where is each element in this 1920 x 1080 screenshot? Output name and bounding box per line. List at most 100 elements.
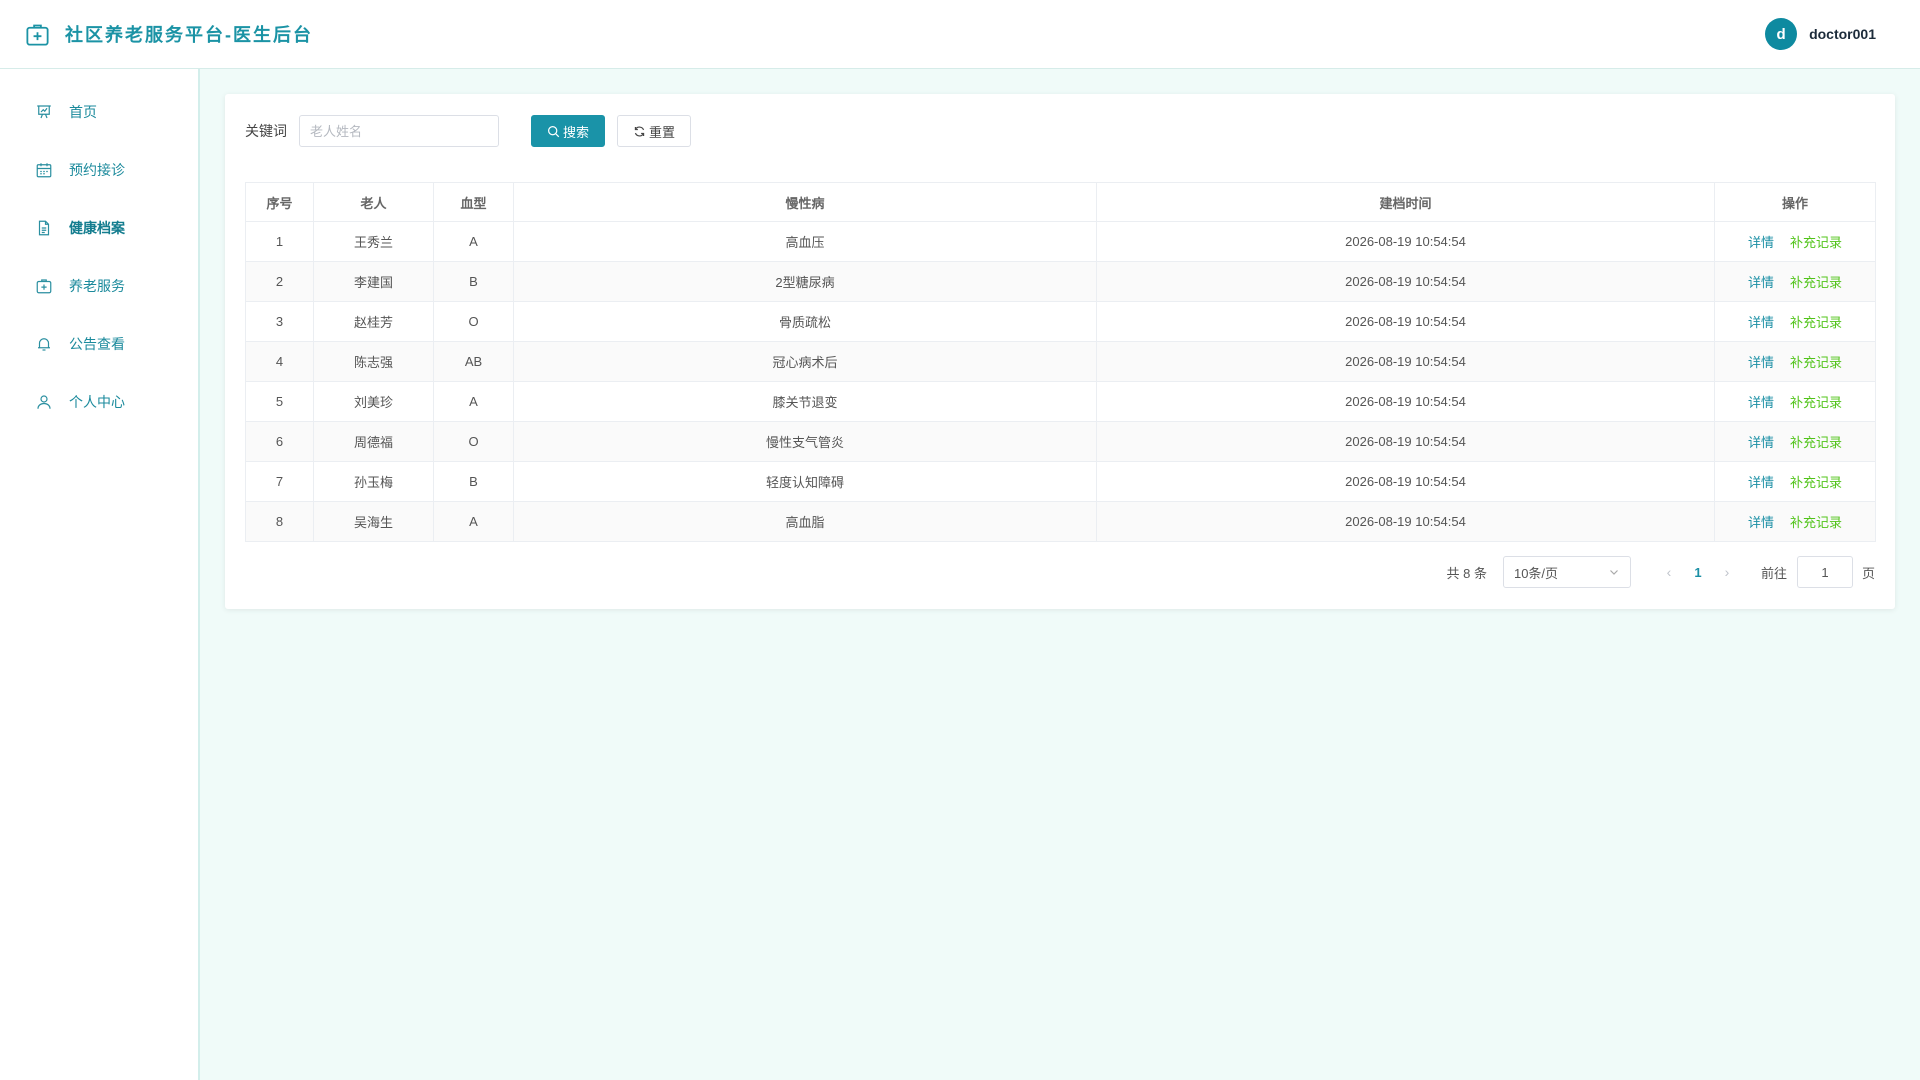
- cell-blood-type: A: [433, 381, 514, 422]
- detail-link[interactable]: 详情: [1748, 235, 1774, 250]
- total-count: 共 8 条: [1446, 565, 1487, 581]
- page-size-value: 10条/页: [1513, 565, 1559, 581]
- chevron-down-icon: [1610, 570, 1618, 575]
- refresh-icon: [634, 125, 645, 137]
- detail-link[interactable]: 详情: [1748, 395, 1774, 410]
- column-header-blood-type: 血型: [433, 182, 514, 222]
- cell-elder-name: 吴海生: [313, 501, 434, 542]
- cell-created-time: 2026-08-19 10:54:54: [1096, 221, 1715, 262]
- cell-index: 1: [245, 221, 314, 262]
- cell-elder-name: 孙玉梅: [313, 461, 434, 502]
- keyword-input[interactable]: [299, 115, 499, 147]
- sidebar-item-label: 健康档案: [69, 220, 125, 236]
- page-jump-input[interactable]: [1796, 556, 1853, 588]
- cell-chronic-disease: 2型糖尿病: [513, 261, 1097, 302]
- pagination: 共 8 条 10条/页 ‹ 1 › 前往 页: [245, 556, 1875, 588]
- sidebar-item-announcements[interactable]: 公告查看: [0, 315, 198, 373]
- cell-index: 7: [245, 461, 314, 502]
- search-icon: [548, 125, 560, 137]
- cell-elder-name: 赵桂芳: [313, 301, 434, 342]
- cell-index: 5: [245, 381, 314, 422]
- table-row: 3 赵桂芳 O 骨质疏松 2026-08-19 10:54:54 详情 补充记录: [245, 301, 1876, 342]
- reset-button[interactable]: 重置: [617, 115, 691, 147]
- health-records-panel: 关键词 搜索 重置: [225, 94, 1895, 609]
- sidebar-item-profile[interactable]: 个人中心: [0, 373, 198, 431]
- cell-blood-type: A: [433, 501, 514, 542]
- cell-elder-name: 李建国: [313, 261, 434, 302]
- search-button-label: 搜索: [562, 124, 589, 140]
- table-row: 8 吴海生 A 高血脂 2026-08-19 10:54:54 详情 补充记录: [245, 501, 1876, 542]
- cell-index: 2: [245, 261, 314, 302]
- bell-icon: [35, 335, 53, 353]
- user-menu[interactable]: d doctor001: [1765, 18, 1876, 50]
- prev-page-button[interactable]: ‹: [1655, 564, 1683, 580]
- medical-kit-icon: [35, 277, 53, 295]
- detail-link[interactable]: 详情: [1748, 515, 1774, 530]
- keyword-label: 关键词: [245, 123, 287, 139]
- supplement-record-link[interactable]: 补充记录: [1790, 235, 1842, 250]
- cell-elder-name: 刘美珍: [313, 381, 434, 422]
- cell-blood-type: AB: [433, 341, 514, 382]
- supplement-record-link[interactable]: 补充记录: [1790, 395, 1842, 410]
- cell-blood-type: B: [433, 461, 514, 502]
- search-bar: 关键词 搜索 重置: [245, 114, 1875, 148]
- cell-created-time: 2026-08-19 10:54:54: [1096, 501, 1715, 542]
- cell-index: 6: [245, 421, 314, 462]
- table-row: 2 李建国 B 2型糖尿病 2026-08-19 10:54:54 详情 补充记录: [245, 261, 1876, 302]
- username[interactable]: doctor001: [1809, 26, 1876, 42]
- supplement-record-link[interactable]: 补充记录: [1790, 315, 1842, 330]
- cell-created-time: 2026-08-19 10:54:54: [1096, 461, 1715, 502]
- cell-actions: 详情 补充记录: [1714, 461, 1876, 502]
- avatar[interactable]: d: [1765, 18, 1798, 50]
- next-page-button[interactable]: ›: [1713, 564, 1741, 580]
- cell-created-time: 2026-08-19 10:54:54: [1096, 421, 1715, 462]
- cell-index: 3: [245, 301, 314, 342]
- cell-actions: 详情 补充记录: [1714, 341, 1876, 382]
- cell-chronic-disease: 轻度认知障碍: [513, 461, 1097, 502]
- top-header: 社区养老服务平台-医生后台 d doctor001: [0, 0, 1920, 69]
- cell-index: 8: [245, 501, 314, 542]
- detail-link[interactable]: 详情: [1748, 315, 1774, 330]
- reset-button-label: 重置: [648, 124, 675, 140]
- column-header-index: 序号: [245, 182, 314, 222]
- supplement-record-link[interactable]: 补充记录: [1790, 355, 1842, 370]
- cell-blood-type: O: [433, 421, 514, 462]
- supplement-record-link[interactable]: 补充记录: [1790, 275, 1842, 290]
- cell-actions: 详情 补充记录: [1714, 421, 1876, 462]
- column-header-elder: 老人: [313, 182, 434, 222]
- cell-actions: 详情 补充记录: [1714, 301, 1876, 342]
- sidebar-item-elderly-services[interactable]: 养老服务: [0, 257, 198, 315]
- detail-link[interactable]: 详情: [1748, 435, 1774, 450]
- supplement-record-link[interactable]: 补充记录: [1790, 435, 1842, 450]
- cell-created-time: 2026-08-19 10:54:54: [1096, 301, 1715, 342]
- cell-chronic-disease: 高血压: [513, 221, 1097, 262]
- document-icon: [35, 219, 53, 237]
- table-header-row: 序号 老人 血型 慢性病 建档时间 操作: [245, 182, 1876, 222]
- table-row: 4 陈志强 AB 冠心病术后 2026-08-19 10:54:54 详情 补充记录: [245, 341, 1876, 382]
- sidebar-item-home[interactable]: 首页: [0, 83, 198, 141]
- page-number-1[interactable]: 1: [1683, 565, 1713, 580]
- detail-link[interactable]: 详情: [1748, 355, 1774, 370]
- cell-chronic-disease: 膝关节退变: [513, 381, 1097, 422]
- table-body: 1 王秀兰 A 高血压 2026-08-19 10:54:54 详情 补充记录 2 李建国 B 2型…: [245, 221, 1876, 542]
- sidebar-item-appointments[interactable]: 预约接诊: [0, 141, 198, 199]
- supplement-record-link[interactable]: 补充记录: [1790, 515, 1842, 530]
- table-row: 5 刘美珍 A 膝关节退变 2026-08-19 10:54:54 详情 补充记录: [245, 381, 1876, 422]
- column-header-created-time: 建档时间: [1096, 182, 1715, 222]
- cell-blood-type: O: [433, 301, 514, 342]
- cell-elder-name: 王秀兰: [313, 221, 434, 262]
- calendar-icon: [35, 161, 53, 179]
- table-row: 7 孙玉梅 B 轻度认知障碍 2026-08-19 10:54:54 详情 补充记录: [245, 461, 1876, 502]
- detail-link[interactable]: 详情: [1748, 275, 1774, 290]
- health-records-table: 序号 老人 血型 慢性病 建档时间 操作 1 王秀兰 A 高血压 2026-08-19 …: [245, 182, 1876, 542]
- sidebar-item-label: 预约接诊: [69, 162, 125, 178]
- medical-kit-icon: [24, 21, 51, 48]
- detail-link[interactable]: 详情: [1748, 475, 1774, 490]
- sidebar-item-health-records[interactable]: 健康档案: [0, 199, 198, 257]
- cell-created-time: 2026-08-19 10:54:54: [1096, 261, 1715, 302]
- page-size-select[interactable]: 10条/页: [1502, 556, 1631, 588]
- sidebar-item-label: 养老服务: [69, 278, 125, 294]
- table-row: 1 王秀兰 A 高血压 2026-08-19 10:54:54 详情 补充记录: [245, 221, 1876, 262]
- supplement-record-link[interactable]: 补充记录: [1790, 475, 1842, 490]
- search-button[interactable]: 搜索: [531, 115, 605, 147]
